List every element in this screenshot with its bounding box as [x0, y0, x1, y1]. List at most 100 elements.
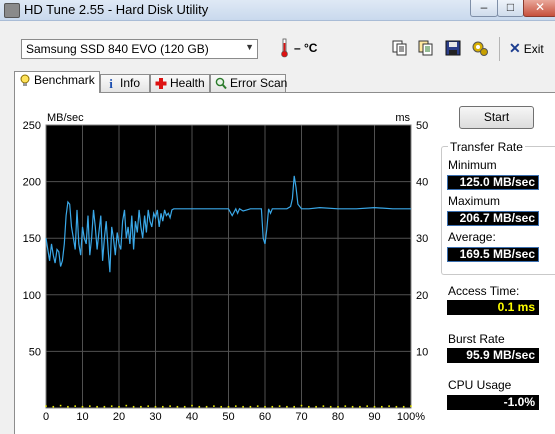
- access-time-point: [191, 404, 193, 407]
- access-time-point: [271, 405, 274, 408]
- access-time-point: [81, 405, 84, 408]
- exit-button[interactable]: ✕ Exit: [509, 40, 544, 57]
- info-icon: i: [109, 76, 113, 91]
- start-button[interactable]: Start: [459, 106, 534, 129]
- y-tick-label-right: 10: [416, 346, 428, 358]
- cpu-usage-label: CPU Usage: [448, 378, 512, 392]
- left-axis-title: MB/sec: [47, 112, 84, 124]
- x-tick-label: 100%: [397, 411, 425, 423]
- tab-info[interactable]: i Info: [100, 74, 150, 92]
- y-tick-label-right: 20: [416, 290, 428, 302]
- toolbar-separator: [499, 37, 500, 61]
- access-time-value: 0.1 ms: [447, 300, 539, 315]
- access-time-point: [322, 405, 325, 407]
- app-icon: [4, 3, 20, 18]
- access-time-point: [344, 405, 347, 407]
- transfer-rate-chart: MB/sec ms 50 100 150 200 250 10 20 30 40 50 0 10 20 30 4…: [23, 112, 429, 423]
- access-time-point: [278, 405, 281, 407]
- average-value: 169.5 MB/sec: [447, 247, 539, 262]
- window-title: HD Tune 2.55 - Hard Disk Utility: [24, 2, 209, 17]
- chevron-down-icon: ▼: [245, 42, 254, 52]
- access-time-point: [381, 405, 383, 408]
- tab-health[interactable]: Health: [150, 74, 210, 92]
- access-time-point: [96, 405, 98, 408]
- access-time-point: [315, 405, 317, 408]
- temperature-readout: – °C: [294, 41, 318, 55]
- access-time-point: [147, 405, 149, 407]
- maximum-label: Maximum: [448, 194, 501, 208]
- x-tick-label: 0: [43, 411, 49, 423]
- x-tick-label: 30: [149, 411, 161, 423]
- y-tick-label-left: 150: [23, 233, 41, 245]
- transfer-rate-title: Transfer Rate: [448, 140, 525, 154]
- right-axis-title: ms: [395, 112, 410, 124]
- drive-select[interactable]: Samsung SSD 840 EVO (120 GB) ▼: [21, 39, 258, 59]
- average-label: Average:: [448, 230, 496, 244]
- access-time-point: [162, 405, 164, 408]
- tab-error-scan[interactable]: Error Scan: [210, 74, 287, 92]
- health-icon: [155, 78, 167, 89]
- access-time-point: [235, 405, 237, 407]
- error-scan-icon: [215, 77, 227, 90]
- access-time-point: [227, 405, 230, 408]
- access-time-point: [308, 405, 310, 408]
- x-tick-label: 90: [368, 411, 380, 423]
- y-tick-label-left: 200: [23, 177, 41, 189]
- access-time-point: [118, 405, 120, 408]
- y-tick-label-left: 100: [23, 290, 41, 302]
- y-tick-label-left: 250: [23, 120, 41, 132]
- minimum-value: 125.0 MB/sec: [447, 175, 539, 190]
- access-time-point: [366, 405, 368, 407]
- access-time-point: [52, 405, 55, 408]
- access-time-point: [59, 404, 62, 407]
- minimize-button[interactable]: –: [470, 0, 498, 17]
- access-time-point: [286, 405, 288, 408]
- save-icon[interactable]: [444, 39, 462, 57]
- minimum-label: Minimum: [448, 158, 497, 172]
- tab-benchmark[interactable]: Benchmark: [14, 71, 100, 93]
- x-tick-label: 50: [222, 411, 234, 423]
- access-time-point: [220, 405, 222, 408]
- x-tick-label: 70: [295, 411, 307, 423]
- cpu-usage-value: -1.0%: [447, 395, 539, 410]
- options-icon[interactable]: [471, 39, 489, 57]
- x-tick-label: 80: [332, 411, 344, 423]
- close-button[interactable]: ✕: [523, 0, 555, 17]
- access-time-point: [213, 405, 215, 407]
- access-time-point: [103, 405, 106, 408]
- access-time-point: [395, 405, 398, 408]
- access-time-label: Access Time:: [448, 284, 520, 298]
- access-time-point: [183, 405, 186, 408]
- access-time-point: [373, 405, 376, 408]
- thermometer-icon: [281, 38, 288, 58]
- access-time-point: [293, 405, 295, 408]
- y-tick-label-left: 50: [29, 346, 41, 358]
- access-time-point: [125, 404, 128, 407]
- copy-icon[interactable]: [391, 39, 409, 57]
- access-time-point: [45, 405, 47, 407]
- tab-label: Health: [170, 76, 205, 90]
- y-tick-label-right: 30: [416, 233, 428, 245]
- access-time-point: [329, 405, 332, 408]
- burst-rate-value: 95.9 MB/sec: [447, 348, 539, 363]
- access-time-point: [402, 405, 405, 408]
- access-time-point: [67, 405, 69, 408]
- x-tick-label: 10: [76, 411, 88, 423]
- burst-rate-label: Burst Rate: [448, 332, 505, 346]
- maximum-value: 206.7 MB/sec: [447, 211, 539, 226]
- access-time-point: [337, 405, 339, 408]
- exit-label: Exit: [523, 42, 544, 56]
- access-time-point: [74, 405, 76, 407]
- access-time-point: [359, 405, 361, 408]
- copy-all-icon[interactable]: [417, 39, 435, 57]
- title-bar: HD Tune 2.55 - Hard Disk Utility – □ ✕: [0, 0, 555, 21]
- access-time-point: [169, 405, 171, 407]
- access-time-point: [198, 405, 201, 408]
- access-time-point: [205, 405, 208, 408]
- tab-label: Benchmark: [34, 73, 95, 87]
- x-tick-label: 60: [259, 411, 271, 423]
- access-time-point: [89, 405, 91, 407]
- y-tick-label-right: 50: [416, 120, 428, 132]
- maximize-button[interactable]: □: [497, 0, 524, 17]
- access-time-point: [132, 405, 135, 408]
